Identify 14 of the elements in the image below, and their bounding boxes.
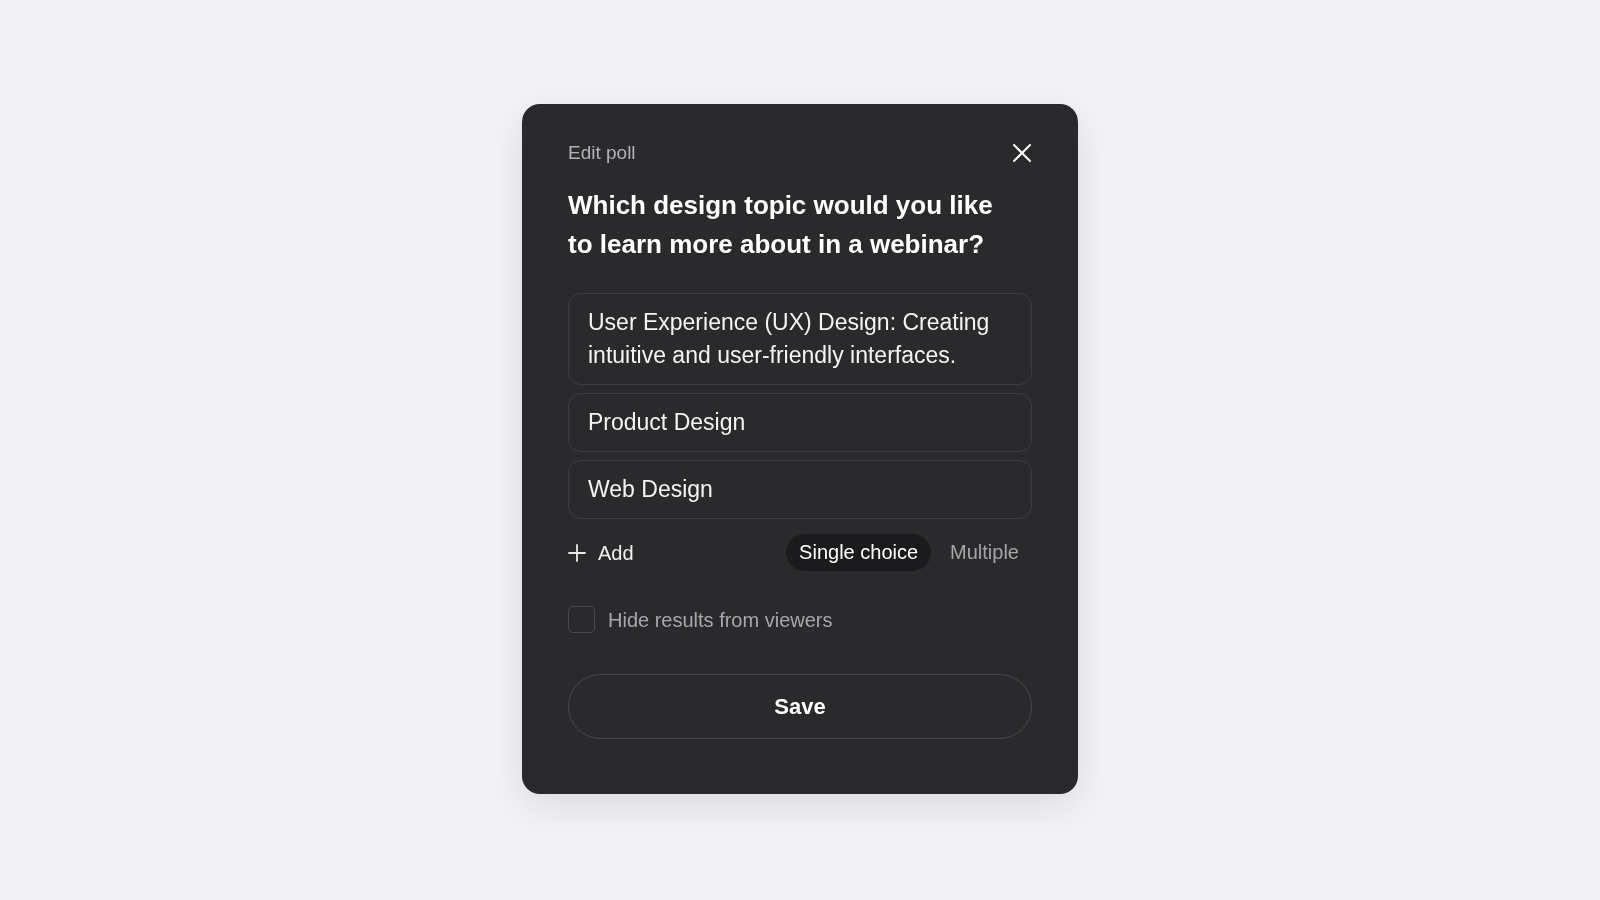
option-field[interactable]: Product Design [568,393,1032,452]
poll-question: Which design topic would you like to learn more about in a webinar? [568,189,994,261]
close-icon [1012,143,1032,163]
option-field[interactable]: User Experience (UX) Design: Creating intuitive and user-friendly interfaces. [568,293,1032,385]
checkbox[interactable] [568,606,595,633]
close-button[interactable] [1012,143,1032,163]
choice-mode-tab[interactable]: Single choice [786,534,932,571]
checkbox-label: Hide results from viewers [608,607,833,633]
choice-mode-tab[interactable]: Multiple [937,534,1032,571]
plus-icon [568,543,586,562]
add-button[interactable]: Add [568,537,634,568]
dialog-title: Edit poll [568,141,636,165]
option-field[interactable]: Web Design [568,460,1032,519]
add-label: Add [598,540,634,566]
